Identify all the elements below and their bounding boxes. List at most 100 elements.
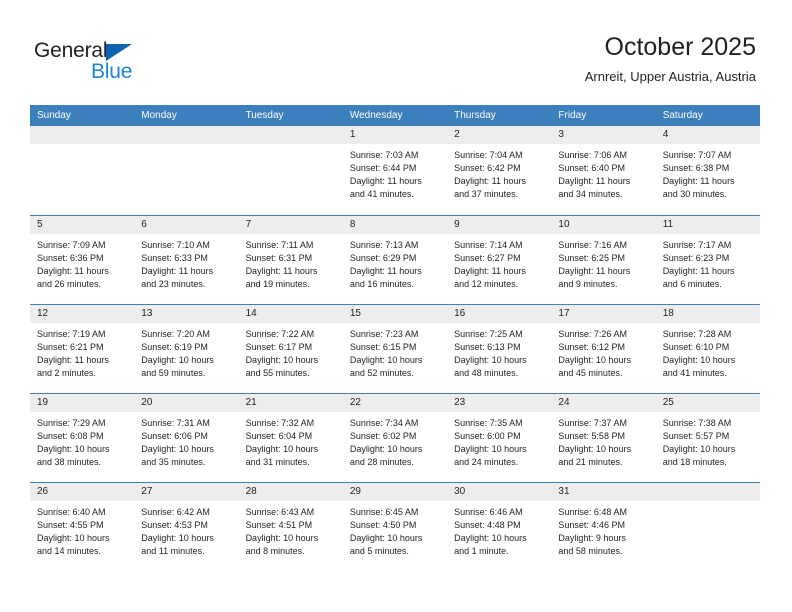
calendar-day-cell[interactable]: 16 Sunrise: 7:25 AM Sunset: 6:13 PM Dayligh…: [447, 305, 552, 393]
day-daylight-cont-text: and 35 minutes.: [141, 457, 206, 467]
day-sunset-text: Sunset: 6:02 PM: [349, 431, 417, 441]
day-sun-info: Sunrise: 7:03 AM Sunset: 6:44 PM Daylight:…: [343, 144, 447, 201]
day-sunrise-text: Sunrise: 7:10 AM: [141, 240, 210, 250]
day-sunset-text: Sunset: 6:40 PM: [558, 163, 625, 173]
day-sunrise-text: Sunrise: 7:25 AM: [454, 329, 523, 339]
day-number: 19: [37, 397, 49, 408]
day-daylight-text: Daylight: 10 hours: [662, 355, 736, 365]
calendar-day-cell[interactable]: 21 Sunrise: 7:32 AM Sunset: 6:04 PM Dayligh…: [238, 394, 343, 482]
day-daylight-text: Daylight: 10 hours: [245, 444, 319, 454]
calendar-day-cell[interactable]: 4 Sunrise: 7:07 AM Sunset: 6:38 PM Daylight…: [655, 126, 760, 215]
day-sun-info: Sunrise: 7:17 AM Sunset: 6:23 PM Daylight:…: [656, 234, 760, 291]
calendar-day-cell[interactable]: 9 Sunrise: 7:14 AM Sunset: 6:27 PM Daylight…: [447, 216, 552, 304]
calendar-day-cell[interactable]: 25 Sunrise: 7:38 AM Sunset: 5:57 PM Dayligh…: [655, 394, 760, 482]
calendar-day-cell[interactable]: 3 Sunrise: 7:06 AM Sunset: 6:40 PM Daylight…: [551, 126, 656, 215]
day-sunset-text: Sunset: 6:19 PM: [141, 342, 208, 352]
calendar-day-cell[interactable]: 23 Sunrise: 7:35 AM Sunset: 6:00 PM Dayligh…: [447, 394, 552, 482]
day-daylight-text: Daylight: 10 hours: [37, 533, 110, 543]
day-number: 7: [245, 219, 252, 230]
day-sun-info: Sunrise: 7:14 AM Sunset: 6:27 PM Daylight:…: [447, 234, 551, 291]
day-sunset-text: Sunset: 6:42 PM: [454, 163, 521, 173]
calendar-day-cell[interactable]: 11 Sunrise: 7:17 AM Sunset: 6:23 PM Dayligh…: [655, 216, 760, 304]
day-sunset-text: Sunset: 6:31 PM: [245, 253, 313, 263]
day-sunset-text: Sunset: 4:46 PM: [558, 520, 625, 530]
day-number-band: 21: [238, 394, 343, 412]
calendar-day-cell[interactable]: 27 Sunrise: 6:42 AM Sunset: 4:53 PM Dayligh…: [134, 483, 239, 571]
day-sun-info: Sunrise: 7:38 AM Sunset: 5:57 PM Daylight:…: [656, 412, 760, 469]
day-daylight-text: Daylight: 10 hours: [454, 444, 527, 454]
day-daylight-text: Daylight: 11 hours: [37, 355, 109, 365]
day-number-band: [655, 483, 760, 501]
day-daylight-cont-text: and 45 minutes.: [558, 368, 623, 378]
calendar-weeks: 1 Sunrise: 7:03 AM Sunset: 6:44 PM Daylight…: [30, 126, 760, 571]
weekday-header-saturday: Saturday: [662, 110, 703, 121]
calendar-day-cell[interactable]: 29 Sunrise: 6:45 AM Sunset: 4:50 PM Dayligh…: [342, 483, 448, 571]
calendar-day-cell[interactable]: 6 Sunrise: 7:10 AM Sunset: 6:33 PM Daylight…: [134, 216, 239, 304]
day-sunset-text: Sunset: 4:50 PM: [349, 520, 417, 530]
day-number: 27: [141, 486, 153, 497]
day-number-band: 18: [655, 305, 760, 323]
day-number-band: 1: [342, 126, 448, 144]
calendar-day-cell[interactable]: 8 Sunrise: 7:13 AM Sunset: 6:29 PM Daylight…: [342, 216, 448, 304]
calendar-day-cell[interactable]: 24 Sunrise: 7:37 AM Sunset: 5:58 PM Dayligh…: [551, 394, 656, 482]
calendar-day-cell[interactable]: 5 Sunrise: 7:09 AM Sunset: 6:36 PM Daylight…: [30, 216, 135, 304]
calendar-day-cell[interactable]: 30 Sunrise: 6:46 AM Sunset: 4:48 PM Dayligh…: [447, 483, 552, 571]
calendar-day-cell[interactable]: 18 Sunrise: 7:28 AM Sunset: 6:10 PM Dayligh…: [655, 305, 760, 393]
day-number: 5: [37, 219, 43, 230]
day-number: 20: [141, 397, 153, 408]
calendar-day-cell[interactable]: 22 Sunrise: 7:34 AM Sunset: 6:02 PM Dayligh…: [342, 394, 448, 482]
day-daylight-cont-text: and 26 minutes.: [37, 279, 102, 289]
day-daylight-cont-text: and 59 minutes.: [141, 368, 206, 378]
page-header: General Blue October 2025 Arnreit, Upper…: [0, 0, 792, 104]
day-daylight-text: Daylight: 10 hours: [37, 444, 110, 454]
day-daylight-text: Daylight: 10 hours: [349, 444, 423, 454]
day-sun-info: Sunrise: 7:23 AM Sunset: 6:15 PM Daylight:…: [343, 323, 447, 380]
day-number: 25: [662, 397, 674, 408]
day-number-band: 23: [447, 394, 552, 412]
day-number: 10: [558, 219, 570, 230]
day-number: 9: [454, 219, 460, 230]
calendar-day-cell[interactable]: 17 Sunrise: 7:26 AM Sunset: 6:12 PM Dayligh…: [551, 305, 656, 393]
weekday-header-friday: Friday: [558, 110, 587, 121]
calendar-day-cell[interactable]: 1 Sunrise: 7:03 AM Sunset: 6:44 PM Daylight…: [342, 126, 448, 215]
day-sun-info: Sunrise: 7:13 AM Sunset: 6:29 PM Daylight:…: [343, 234, 447, 291]
weekday-header-sunday: Sunday: [37, 110, 71, 121]
day-sun-info: Sunrise: 7:06 AM Sunset: 6:40 PM Daylight:…: [551, 144, 655, 201]
day-number-band: 20: [134, 394, 239, 412]
calendar-day-cell[interactable]: 28 Sunrise: 6:43 AM Sunset: 4:51 PM Dayligh…: [238, 483, 343, 571]
calendar-day-cell[interactable]: 13 Sunrise: 7:20 AM Sunset: 6:19 PM Dayligh…: [134, 305, 239, 393]
day-daylight-cont-text: and 11 minutes.: [141, 546, 205, 556]
day-daylight-cont-text: and 52 minutes.: [349, 368, 414, 378]
logo-text-general: General: [34, 39, 108, 62]
calendar-day-cell[interactable]: 31 Sunrise: 6:48 AM Sunset: 4:46 PM Dayligh…: [551, 483, 656, 571]
calendar-day-cell[interactable]: 20 Sunrise: 7:31 AM Sunset: 6:06 PM Dayligh…: [134, 394, 239, 482]
calendar-day-cell[interactable]: 15 Sunrise: 7:23 AM Sunset: 6:15 PM Dayligh…: [342, 305, 448, 393]
day-sunrise-text: Sunrise: 6:40 AM: [37, 507, 106, 517]
weekday-header-tuesday: Tuesday: [245, 110, 284, 121]
day-number: 22: [349, 397, 361, 408]
day-daylight-cont-text: and 8 minutes.: [245, 546, 305, 556]
day-sunset-text: Sunset: 6:21 PM: [37, 342, 104, 352]
day-sunset-text: Sunset: 4:51 PM: [245, 520, 313, 530]
day-daylight-cont-text: and 5 minutes.: [349, 546, 409, 556]
day-daylight-cont-text: and 21 minutes.: [558, 457, 623, 467]
day-sunrise-text: Sunrise: 7:22 AM: [245, 329, 315, 339]
calendar-day-cell[interactable]: 19 Sunrise: 7:29 AM Sunset: 6:08 PM Dayligh…: [30, 394, 135, 482]
day-number: 2: [454, 129, 460, 140]
calendar-day-cell[interactable]: 10 Sunrise: 7:16 AM Sunset: 6:25 PM Dayligh…: [551, 216, 656, 304]
calendar-day-cell[interactable]: 2 Sunrise: 7:04 AM Sunset: 6:42 PM Daylight…: [447, 126, 552, 215]
calendar-page: General Blue October 2025 Arnreit, Upper…: [0, 0, 792, 612]
day-daylight-text: Daylight: 10 hours: [558, 355, 631, 365]
day-number-band: 13: [134, 305, 239, 323]
calendar-day-cell[interactable]: 26 Sunrise: 6:40 AM Sunset: 4:55 PM Dayligh…: [30, 483, 135, 571]
day-sunrise-text: Sunrise: 7:04 AM: [454, 150, 523, 160]
calendar-day-cell[interactable]: 14 Sunrise: 7:22 AM Sunset: 6:17 PM Dayligh…: [238, 305, 343, 393]
day-number: 11: [662, 219, 674, 230]
calendar-day-cell[interactable]: 7 Sunrise: 7:11 AM Sunset: 6:31 PM Daylight…: [238, 216, 343, 304]
day-sunrise-text: Sunrise: 7:11 AM: [245, 240, 314, 250]
day-daylight-cont-text: and 38 minutes.: [37, 457, 102, 467]
day-sun-info: Sunrise: 6:46 AM Sunset: 4:48 PM Daylight:…: [447, 501, 551, 558]
day-sun-info: Sunrise: 7:09 AM Sunset: 6:36 PM Daylight:…: [30, 234, 134, 291]
calendar-day-cell[interactable]: 12 Sunrise: 7:19 AM Sunset: 6:21 PM Dayligh…: [30, 305, 135, 393]
day-number-band: 5: [30, 216, 135, 234]
